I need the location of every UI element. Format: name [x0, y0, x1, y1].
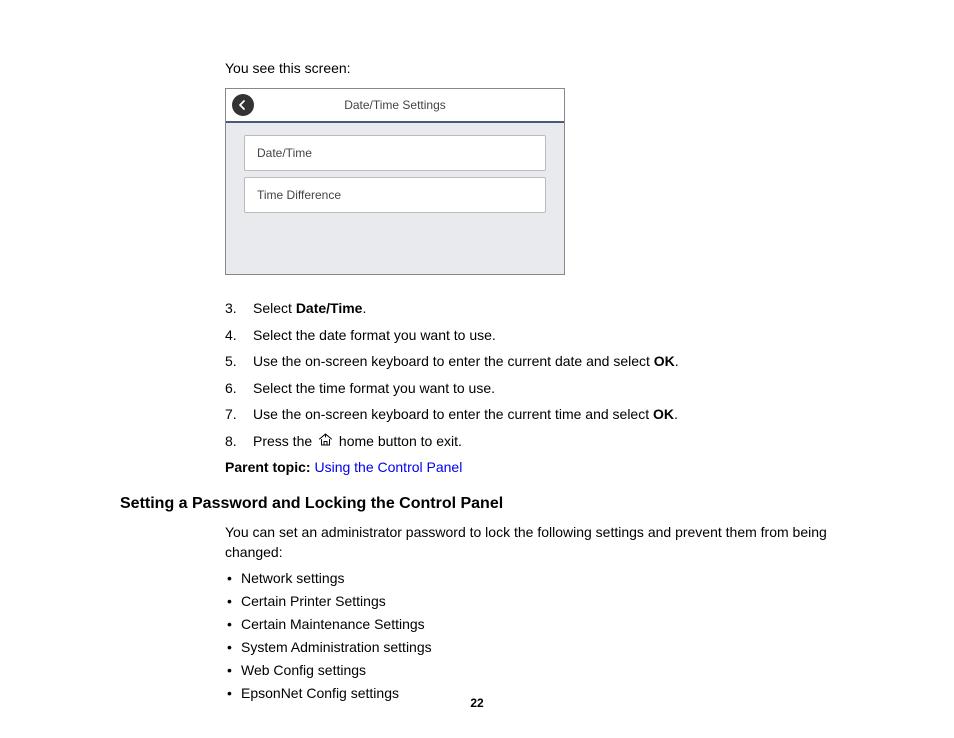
step-6: Select the time format you want to use.: [225, 379, 834, 399]
step-bold: Date/Time: [296, 300, 363, 316]
list-item: Network settings: [225, 570, 834, 586]
step-3: Select Date/Time.: [225, 299, 834, 319]
list-item: Certain Maintenance Settings: [225, 616, 834, 632]
screen-header: Date/Time Settings: [226, 89, 564, 123]
screen-body: Date/Time Time Difference: [226, 123, 564, 274]
section-paragraph: You can set an administrator password to…: [225, 523, 834, 562]
device-screen-figure: Date/Time Settings Date/Time Time Differ…: [225, 88, 834, 275]
step-text: Use the on-screen keyboard to enter the …: [253, 406, 653, 422]
list-item: Web Config settings: [225, 662, 834, 678]
back-icon: [232, 94, 254, 116]
step-5: Use the on-screen keyboard to enter the …: [225, 352, 834, 372]
screen-option-datetime: Date/Time: [244, 135, 546, 171]
step-text: home button to exit.: [335, 433, 462, 449]
screen-option-timediff: Time Difference: [244, 177, 546, 213]
step-8: Press the home button to exit.: [225, 432, 834, 452]
step-text: Select: [253, 300, 296, 316]
step-text: Press the: [253, 433, 316, 449]
section-heading: Setting a Password and Locking the Contr…: [120, 495, 834, 513]
step-7: Use the on-screen keyboard to enter the …: [225, 405, 834, 425]
list-item: System Administration settings: [225, 639, 834, 655]
step-4: Select the date format you want to use.: [225, 326, 834, 346]
step-text: Use the on-screen keyboard to enter the …: [253, 353, 654, 369]
intro-text: You see this screen:: [225, 60, 834, 76]
step-text: .: [675, 353, 679, 369]
device-screen: Date/Time Settings Date/Time Time Differ…: [225, 88, 565, 275]
step-bold: OK: [654, 353, 675, 369]
list-item: Certain Printer Settings: [225, 593, 834, 609]
home-icon: [318, 432, 333, 452]
parent-topic: Parent topic: Using the Control Panel: [225, 459, 834, 475]
instruction-steps: Select Date/Time. Select the date format…: [225, 299, 834, 452]
step-text: .: [362, 300, 366, 316]
parent-topic-link[interactable]: Using the Control Panel: [314, 459, 462, 475]
screen-title: Date/Time Settings: [254, 98, 536, 112]
page-number: 22: [0, 696, 954, 710]
parent-topic-label: Parent topic:: [225, 459, 311, 475]
step-text: .: [674, 406, 678, 422]
step-bold: OK: [653, 406, 674, 422]
settings-lock-list: Network settings Certain Printer Setting…: [225, 570, 834, 701]
